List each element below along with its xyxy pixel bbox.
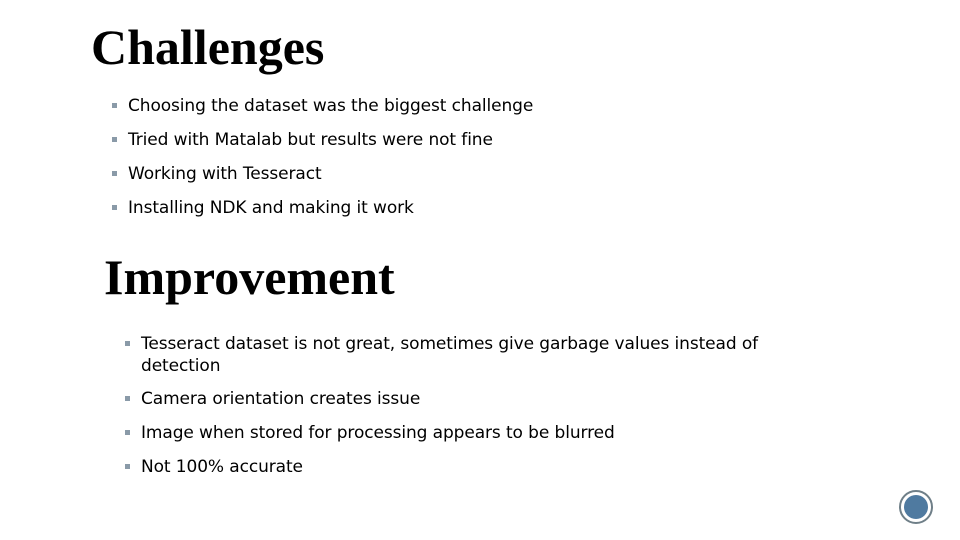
- list-item: Not 100% accurate: [125, 456, 815, 478]
- list-item-text: Camera orientation creates issue: [141, 389, 421, 409]
- square-bullet-icon: [112, 103, 117, 108]
- list-item: Tried with Matalab but results were not …: [112, 129, 712, 151]
- list-item: Working with Tesseract: [112, 163, 712, 185]
- challenges-list: Choosing the dataset was the biggest cha…: [112, 95, 712, 231]
- list-item: Image when stored for processing appears…: [125, 422, 815, 444]
- square-bullet-icon: [125, 430, 130, 435]
- square-bullet-icon: [112, 137, 117, 142]
- list-item: Installing NDK and making it work: [112, 197, 712, 219]
- list-item-text: Image when stored for processing appears…: [141, 423, 615, 443]
- square-bullet-icon: [112, 171, 117, 176]
- list-item-text: Tried with Matalab but results were not …: [128, 130, 493, 150]
- slide-nav-circle-icon[interactable]: [899, 490, 933, 524]
- list-item-text: Choosing the dataset was the biggest cha…: [128, 96, 534, 116]
- list-item-text: Not 100% accurate: [141, 457, 303, 477]
- slide: Challenges Choosing the dataset was the …: [0, 0, 960, 540]
- square-bullet-icon: [125, 341, 130, 346]
- list-item: Tesseract dataset is not great, sometime…: [125, 333, 815, 377]
- list-item-text: Installing NDK and making it work: [128, 198, 414, 218]
- square-bullet-icon: [112, 205, 117, 210]
- list-item: Camera orientation creates issue: [125, 388, 815, 410]
- improvement-list: Tesseract dataset is not great, sometime…: [125, 333, 815, 490]
- list-item: Choosing the dataset was the biggest cha…: [112, 95, 712, 117]
- list-item-text: Working with Tesseract: [128, 164, 322, 184]
- challenges-heading: Challenges: [91, 19, 325, 75]
- square-bullet-icon: [125, 396, 130, 401]
- square-bullet-icon: [125, 464, 130, 469]
- list-item-text: Tesseract dataset is not great, sometime…: [141, 334, 759, 376]
- improvement-heading: Improvement: [104, 249, 395, 305]
- nav-circle-fill: [904, 495, 928, 519]
